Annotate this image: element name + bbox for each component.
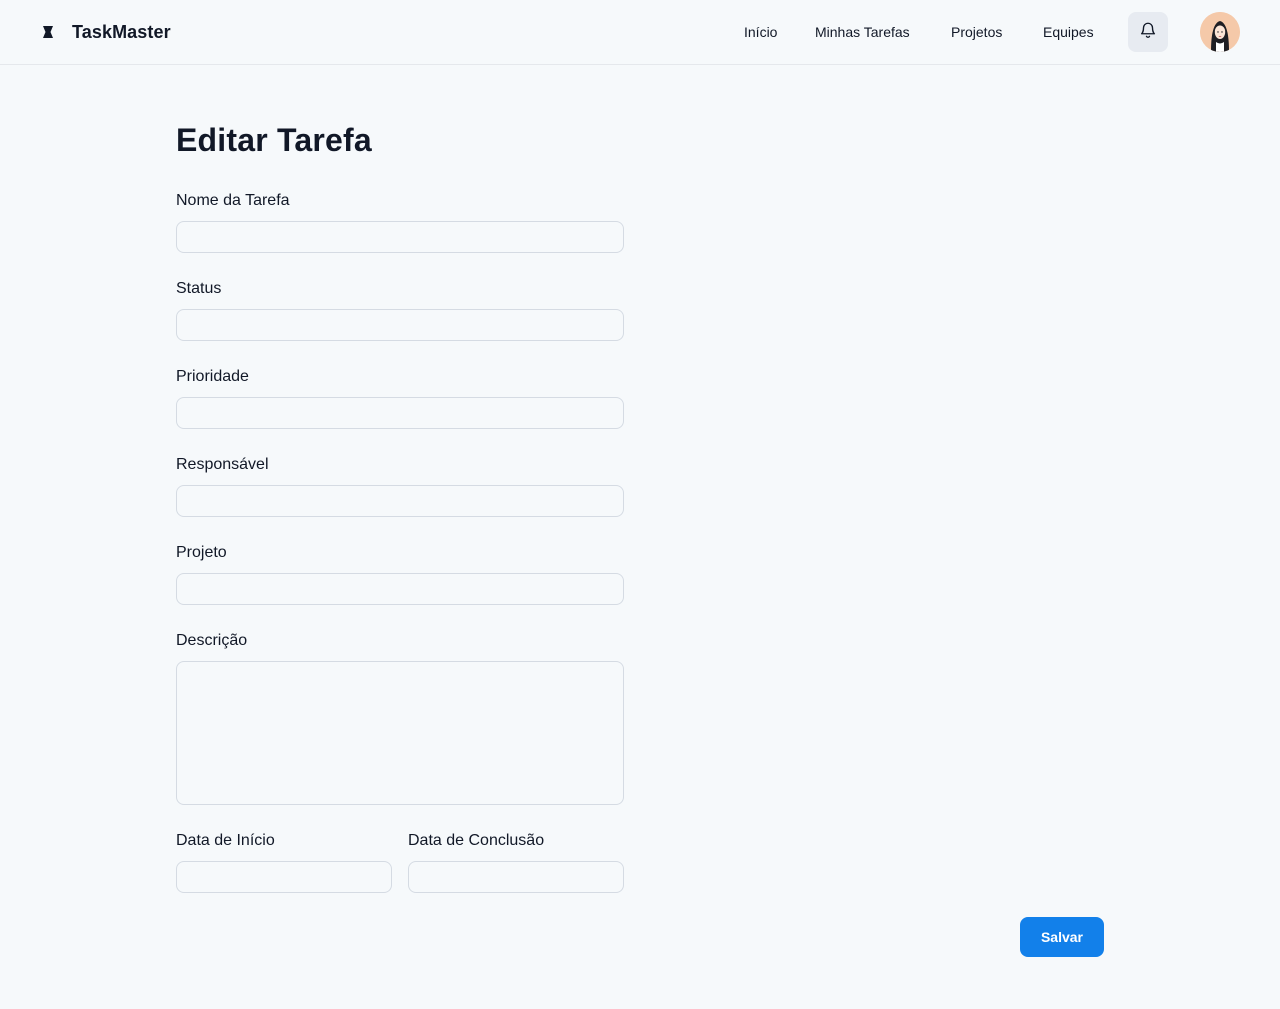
nav-link-projetos[interactable]: Projetos — [951, 24, 1002, 40]
top-navbar: TaskMaster Início Minhas Tarefas Projeto… — [0, 0, 1280, 65]
user-avatar[interactable] — [1200, 12, 1240, 52]
save-button[interactable]: Salvar — [1020, 917, 1104, 957]
start-date-input[interactable] — [176, 861, 392, 893]
page-title: Editar Tarefa — [176, 122, 372, 158]
priority-label: Prioridade — [176, 368, 249, 385]
project-label: Projeto — [176, 544, 227, 561]
brand-name: TaskMaster — [72, 21, 171, 42]
start-date-label: Data de Início — [176, 832, 275, 849]
status-label: Status — [176, 280, 222, 297]
brand[interactable]: TaskMaster — [40, 20, 171, 44]
project-input[interactable] — [176, 573, 624, 605]
end-date-label: Data de Conclusão — [408, 832, 545, 849]
task-name-input[interactable] — [176, 221, 624, 253]
assignee-label: Responsável — [176, 456, 269, 473]
notifications-button[interactable] — [1128, 12, 1168, 52]
nav-link-inicio[interactable]: Início — [744, 24, 777, 40]
nav-link-equipes[interactable]: Equipes — [1043, 24, 1094, 40]
status-input[interactable] — [176, 309, 624, 341]
priority-input[interactable] — [176, 397, 624, 429]
end-date-input[interactable] — [408, 861, 624, 893]
assignee-input[interactable] — [176, 485, 624, 517]
task-name-label: Nome da Tarefa — [176, 192, 290, 209]
description-label: Descrição — [176, 632, 248, 649]
nav-link-minhas-tarefas[interactable]: Minhas Tarefas — [815, 24, 910, 40]
brand-logo-icon — [40, 24, 56, 40]
bell-icon — [1139, 21, 1157, 44]
description-textarea[interactable] — [176, 661, 624, 805]
